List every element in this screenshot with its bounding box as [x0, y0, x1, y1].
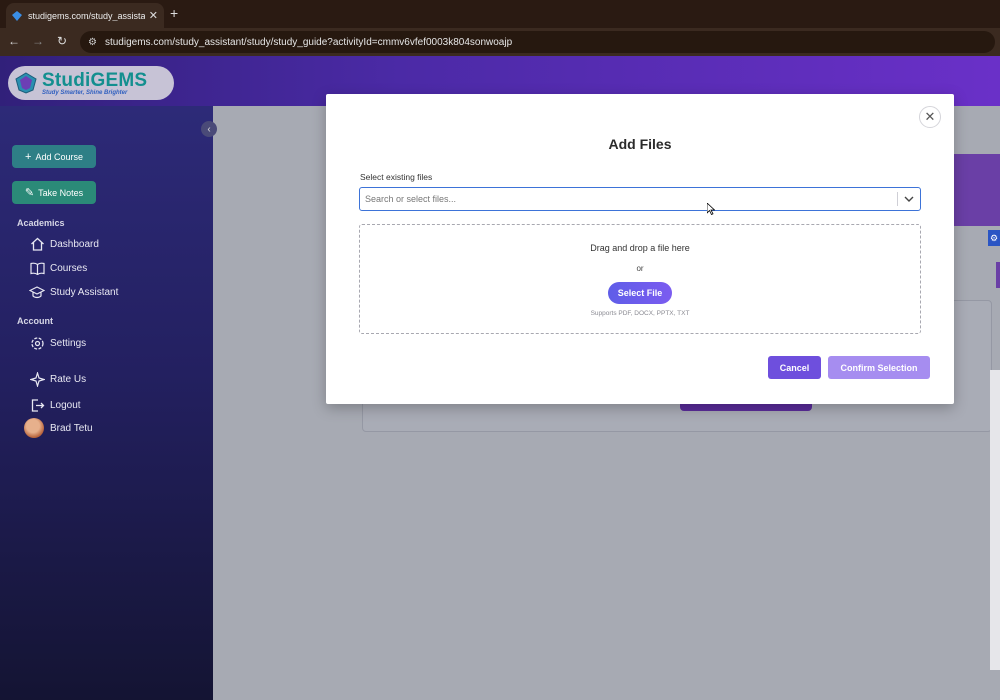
url-text: studigems.com/study_assistant/study/stud… — [104, 36, 513, 48]
file-search-combobox[interactable] — [359, 187, 921, 211]
pencil-icon: ✎ — [24, 187, 35, 199]
plus-icon: + — [25, 150, 32, 163]
book-icon — [29, 260, 45, 276]
reload-icon[interactable]: ↻ — [54, 34, 70, 48]
section-academics: Academics — [17, 218, 65, 228]
sidebar-item-label: Study Assistant — [50, 286, 119, 298]
home-icon — [29, 236, 45, 252]
select-file-button[interactable]: Select File — [608, 282, 672, 304]
mouse-cursor-icon — [707, 203, 715, 215]
add-course-label: Add Course — [35, 151, 83, 162]
file-search-input[interactable] — [360, 188, 897, 210]
select-files-label: Select existing files — [360, 172, 433, 182]
brand-name: StudiGEMS — [42, 69, 148, 91]
sidebar-item-study-assistant[interactable]: Study Assistant — [29, 284, 118, 300]
browser-tabbar: studigems.com/study_assistant ✕ + — [0, 0, 1000, 28]
new-tab-button[interactable]: + — [170, 5, 178, 21]
logo[interactable]: StudiGEMS Study Smarter, Shine Brighter — [8, 66, 174, 100]
confirm-selection-button[interactable]: Confirm Selection — [828, 356, 930, 379]
gem-logo-icon — [15, 72, 37, 94]
cancel-button[interactable]: Cancel — [768, 356, 821, 379]
gem-favicon-icon — [12, 10, 22, 21]
take-notes-button[interactable]: ✎ Take Notes — [12, 181, 96, 204]
background-header-block — [950, 154, 1000, 226]
close-icon[interactable]: ✕ — [919, 106, 941, 128]
section-account: Account — [17, 316, 53, 326]
take-notes-label: Take Notes — [38, 187, 84, 198]
address-bar-area: ← → ↻ ⚙ studigems.com/study_assistant/st… — [0, 28, 1000, 56]
supported-formats-text: Supports PDF, DOCX, PPTX, TXT — [590, 310, 690, 317]
add-course-button[interactable]: + Add Course — [12, 145, 96, 168]
or-text: or — [636, 264, 644, 273]
dropzone-text: Drag and drop a file here — [590, 243, 690, 253]
file-dropzone[interactable]: Drag and drop a file here or Select File… — [359, 224, 921, 334]
sidebar-item-label: Settings — [50, 337, 87, 349]
browser-tab[interactable]: studigems.com/study_assistant ✕ — [6, 3, 164, 28]
graduation-cap-icon — [29, 284, 45, 300]
background-accent — [996, 262, 1000, 288]
sidebar-item-label: Brad Tetu — [50, 422, 93, 434]
logout-icon — [29, 397, 45, 413]
sidebar-item-dashboard[interactable]: Dashboard — [29, 236, 99, 252]
avatar — [24, 418, 44, 438]
sidebar-item-settings[interactable]: Settings — [29, 335, 86, 351]
background-panel — [990, 370, 1000, 670]
modal-title: Add Files — [608, 136, 672, 152]
back-arrow-icon[interactable]: ← — [6, 34, 22, 48]
collapse-sidebar-chevron-icon[interactable]: ‹ — [201, 121, 217, 137]
sidebar-item-logout[interactable]: Logout — [29, 397, 81, 413]
floating-settings-icon[interactable]: ⚙ — [988, 230, 1000, 246]
site-info-icon[interactable]: ⚙ — [88, 37, 97, 48]
forward-arrow-icon[interactable]: → — [30, 34, 46, 48]
sidebar-item-label: Courses — [50, 262, 88, 274]
sidebar-item-profile[interactable]: Brad Tetu — [24, 418, 93, 438]
sidebar-item-courses[interactable]: Courses — [29, 260, 87, 276]
url-field[interactable]: ⚙ studigems.com/study_assistant/study/st… — [80, 31, 995, 53]
sparkle-icon — [29, 371, 45, 387]
gear-icon — [29, 335, 45, 351]
sidebar-item-label: Dashboard — [50, 238, 99, 250]
tab-title: studigems.com/study_assistant — [28, 10, 145, 21]
brand-tagline: Study Smarter, Shine Brighter — [42, 89, 128, 96]
sidebar-item-label: Rate Us — [50, 373, 87, 385]
chevron-down-icon[interactable] — [898, 196, 920, 202]
sidebar-item-rate-us[interactable]: Rate Us — [29, 371, 86, 387]
tab-close-icon[interactable]: ✕ — [149, 9, 158, 22]
sidebar-item-label: Logout — [50, 399, 81, 411]
add-files-modal: ✕ Add Files Select existing files Drag a… — [326, 94, 954, 404]
